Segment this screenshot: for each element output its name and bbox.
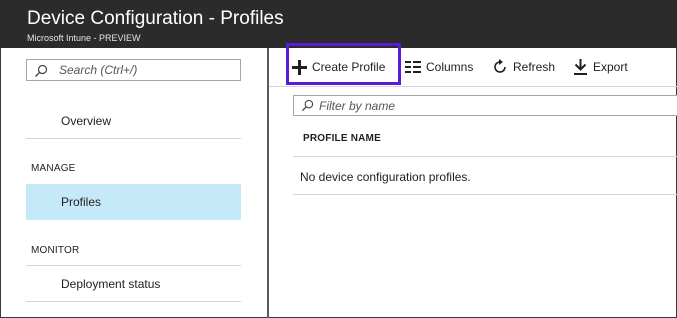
column-header-profile-name[interactable]: PROFILE NAME	[303, 133, 381, 144]
table-header-divider	[293, 156, 677, 157]
sidebar-section-monitor: MONITOR	[31, 245, 80, 256]
columns-button[interactable]: Columns	[405, 56, 473, 78]
refresh-icon	[494, 59, 506, 73]
sidebar-item-overview[interactable]: Overview	[26, 103, 241, 139]
export-label: Export	[593, 60, 628, 74]
create-profile-highlight	[286, 43, 401, 85]
toolbar-divider	[269, 86, 677, 87]
blade-header: Device Configuration - Profiles Microsof…	[0, 0, 677, 48]
sidebar-item-profiles[interactable]: Profiles	[26, 184, 241, 220]
download-icon	[574, 59, 587, 75]
table-row-divider	[293, 194, 677, 195]
sidebar-item-label: Overview	[61, 114, 112, 128]
panel-divider	[267, 48, 269, 318]
page-title: Device Configuration - Profiles	[27, 8, 284, 29]
export-button[interactable]: Export	[573, 56, 628, 78]
sidebar-search-box[interactable]	[26, 59, 241, 81]
filter-box[interactable]	[293, 95, 677, 116]
filter-input[interactable]	[319, 98, 619, 113]
sidebar-divider	[26, 265, 241, 266]
sidebar-section-manage: MANAGE	[31, 163, 76, 174]
page-subtitle: Microsoft Intune - PREVIEW	[27, 33, 141, 43]
columns-icon	[405, 61, 421, 73]
empty-table-message: No device configuration profiles.	[300, 170, 471, 184]
sidebar-search-input[interactable]	[59, 62, 235, 78]
refresh-label: Refresh	[513, 60, 556, 74]
columns-label: Columns	[426, 60, 474, 74]
search-icon	[301, 99, 314, 112]
refresh-button[interactable]: Refresh	[492, 56, 555, 78]
sidebar-item-label: Profiles	[61, 195, 102, 209]
search-icon	[35, 64, 48, 77]
sidebar-item-label: Deployment status	[61, 277, 161, 291]
sidebar-item-deployment-status[interactable]: Deployment status	[26, 266, 241, 302]
